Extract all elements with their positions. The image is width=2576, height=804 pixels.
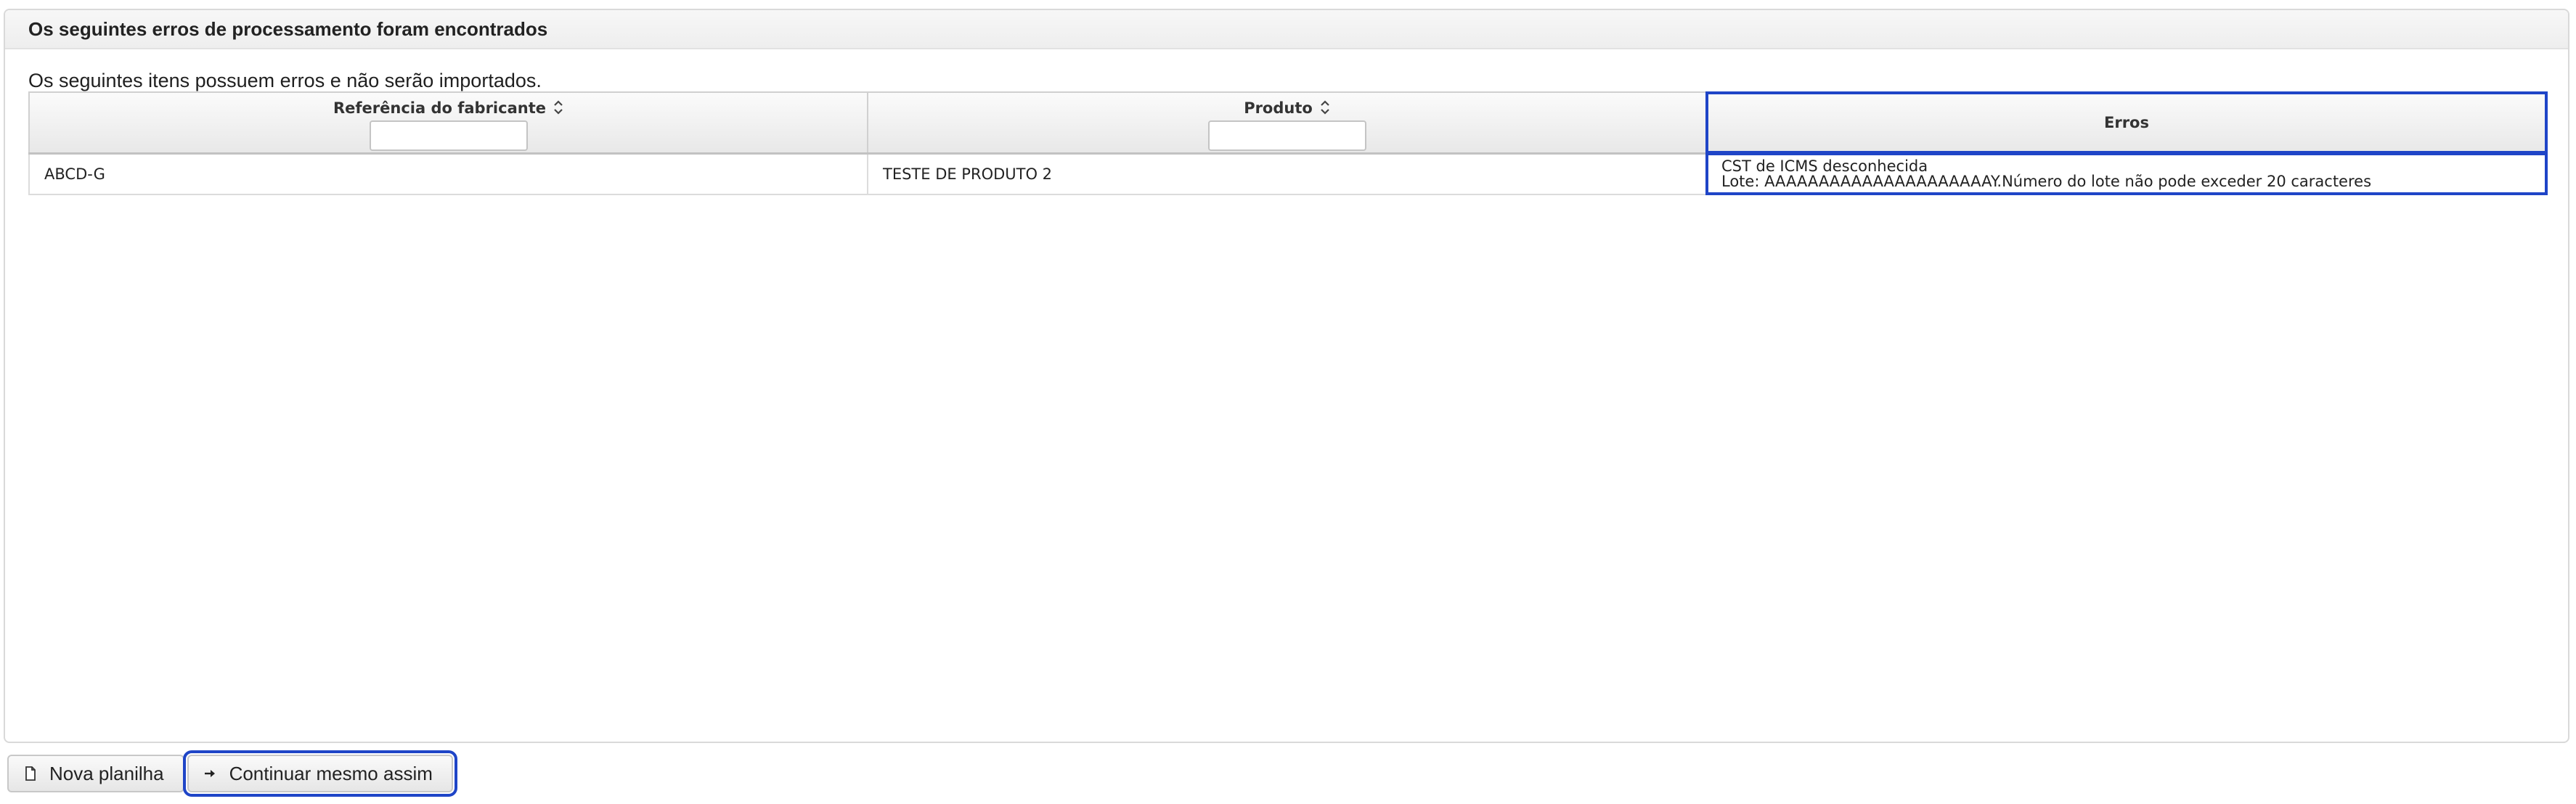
cell-reference: ABCD-G xyxy=(28,152,868,195)
error-message: Lote: AAAAAAAAAAAAAAAAAAAAAY.Número do l… xyxy=(1721,172,2372,190)
cell-errors: CST de ICMS desconhecida Lote: AAAAAAAAA… xyxy=(1705,152,2548,195)
column-header-product[interactable]: Produto xyxy=(867,91,1707,155)
filter-input-product[interactable] xyxy=(1207,120,1366,151)
table-header-row: Referência do fabricante Produto Erros xyxy=(28,91,2548,155)
column-header-errors: Erros xyxy=(1705,91,2548,155)
new-sheet-label: Nova planilha xyxy=(49,762,164,784)
column-label-reference: Referência do fabricante xyxy=(333,99,546,117)
continue-anyway-label: Continuar mesmo assim xyxy=(229,762,433,784)
arrow-right-icon xyxy=(203,765,218,782)
column-label-errors: Erros xyxy=(2104,113,2149,131)
cell-product: TESTE DE PRODUTO 2 xyxy=(867,152,1707,195)
footer-actions: Nova planilha Continuar mesmo assim xyxy=(7,750,457,797)
table-row: ABCD-G TESTE DE PRODUTO 2 CST de ICMS de… xyxy=(28,152,2548,195)
column-label-product: Produto xyxy=(1244,99,1313,117)
filter-input-reference[interactable] xyxy=(369,120,528,151)
panel-header: Os seguintes erros de processamento fora… xyxy=(5,10,2568,49)
sort-icon[interactable] xyxy=(553,99,563,118)
info-text: Os seguintes itens possuem erros e não s… xyxy=(28,70,542,91)
sort-icon[interactable] xyxy=(1320,99,1330,118)
document-icon xyxy=(23,765,38,782)
errors-panel: Os seguintes erros de processamento fora… xyxy=(4,9,2569,743)
panel-title: Os seguintes erros de processamento fora… xyxy=(28,17,548,40)
column-header-reference[interactable]: Referência do fabricante xyxy=(28,91,868,155)
continue-anyway-button[interactable]: Continuar mesmo assim xyxy=(182,750,457,797)
error-message: CST de ICMS desconhecida xyxy=(1721,157,1928,175)
errors-table: Referência do fabricante Produto Erros A… xyxy=(28,91,2548,195)
panel-body: Os seguintes itens possuem erros e não s… xyxy=(5,70,2568,195)
new-sheet-button[interactable]: Nova planilha xyxy=(7,755,184,792)
